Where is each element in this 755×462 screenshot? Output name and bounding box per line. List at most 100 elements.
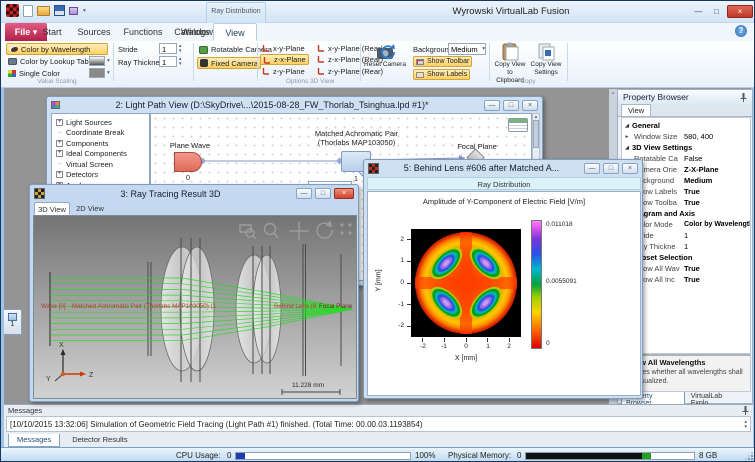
pin-icon[interactable]: [742, 406, 749, 415]
axis-x-label: X: [59, 342, 64, 349]
tab-functions[interactable]: Functions: [117, 23, 169, 41]
section-3d-view-settings[interactable]: ◢3D View Settings: [622, 142, 750, 153]
axis-y-label: Y: [46, 376, 51, 383]
tab-detector-results[interactable]: Detector Results: [64, 434, 135, 447]
reset-camera-button[interactable]: Reset Camera: [363, 42, 407, 69]
close-button[interactable]: ×: [622, 163, 638, 174]
copy-view-settings-button[interactable]: Copy ViewSettings: [529, 42, 563, 77]
y-tick: -1: [392, 301, 404, 308]
minimize-button[interactable]: —: [584, 163, 600, 174]
xy-plane-button[interactable]: x-y-Plane: [260, 43, 307, 53]
section-general[interactable]: ◢General: [622, 120, 750, 131]
expand-icon[interactable]: +: [56, 119, 63, 126]
docked-document-tab[interactable]: 1: [4, 309, 22, 335]
open-folder-icon[interactable]: [37, 6, 50, 16]
help-icon[interactable]: ?: [735, 25, 747, 37]
maximize-button[interactable]: □: [709, 5, 724, 18]
plane-axis-icon: [317, 67, 325, 75]
detector-window-icon: [368, 163, 379, 174]
new-document-icon[interactable]: [23, 5, 33, 17]
tree-item-coordinate-break[interactable]: –Coordinate Break: [52, 128, 149, 139]
tab-3d-view[interactable]: 3D View: [34, 202, 70, 215]
tree-item-light-sources[interactable]: +Light Sources: [52, 117, 149, 128]
ray-thickness-spin-arrows[interactable]: ▲▼: [178, 56, 182, 67]
tab-sources[interactable]: Sources: [71, 23, 117, 41]
message-scroll-arrows[interactable]: ▲▼: [744, 419, 750, 429]
tab-view-active[interactable]: View: [213, 23, 257, 41]
tree-item-components[interactable]: +Components: [52, 138, 149, 149]
tree-item-detectors[interactable]: +Detectors: [52, 170, 149, 181]
group-label-copy: Copy: [493, 78, 563, 85]
tab-windows[interactable]: Windows: [181, 23, 217, 41]
cpu-usage-scale: 100%: [415, 451, 435, 460]
stride-spin-arrows[interactable]: ▲▼: [178, 43, 182, 54]
light-path-window-title: 2: Light Path View (D:\SkyDrive\...\2015…: [63, 100, 481, 110]
contextual-tab-group: Ray Distribution: [206, 2, 266, 23]
qat-dropdown-icon[interactable]: ▾: [83, 8, 86, 14]
minimize-button[interactable]: —: [296, 188, 312, 199]
lookup-gradient-swatch[interactable]: ▾: [89, 56, 105, 66]
close-button[interactable]: ×: [727, 5, 753, 18]
message-list[interactable]: [10/10/2015 13:32:06] Simulation of Geom…: [6, 416, 751, 432]
light-path-editor-icon[interactable]: [69, 7, 78, 15]
tab-view-properties[interactable]: View: [621, 104, 651, 116]
expand-icon[interactable]: +: [56, 150, 63, 157]
collapse-up-icon[interactable]: ⌃: [609, 92, 617, 99]
fixed-camera-button[interactable]: Fixed Camera: [197, 57, 261, 69]
color-by-wavelength-button[interactable]: Color by Wavelength: [6, 43, 108, 55]
save-icon[interactable]: [54, 5, 65, 16]
ray-thickness-stepper[interactable]: 1 ▲▼: [159, 56, 182, 67]
group-label-options-3d: Options 3D View: [260, 78, 360, 85]
single-color-swatch[interactable]: ▾: [89, 68, 105, 78]
colorbar-max: 0.011018: [546, 221, 588, 228]
plane-wave-label: Plane Wave: [159, 141, 221, 150]
tab-start[interactable]: Start: [33, 23, 71, 41]
maximize-button[interactable]: □: [503, 100, 519, 111]
expand-icon[interactable]: +: [56, 140, 63, 147]
stride-stepper[interactable]: 1 ▲▼: [159, 43, 182, 54]
messages-header-label: Messages: [8, 406, 742, 415]
plane-wave-node[interactable]: [174, 152, 202, 172]
zy-plane-button[interactable]: z-y-Plane: [260, 66, 307, 76]
show-toolbar-button[interactable]: Show Toolbar: [413, 56, 472, 67]
field-heatmap[interactable]: [411, 229, 521, 337]
show-labels-button[interactable]: Show Labels: [413, 69, 470, 80]
detector-window-titlebar[interactable]: 5: Behind Lens #606 after Matched A... —…: [364, 160, 642, 176]
close-button[interactable]: ×: [334, 188, 354, 199]
tree-item-virtual-screen[interactable]: –Virtual Screen: [52, 159, 149, 170]
property-browser-header: Property Browser: [618, 90, 752, 104]
x-tick: -1: [436, 343, 452, 350]
minimize-button[interactable]: —: [691, 5, 706, 18]
y-tick: 2: [392, 236, 404, 243]
plane-axis-icon: [262, 44, 270, 52]
minimize-button[interactable]: —: [484, 100, 500, 111]
focal-plane-scene-label: Focal Plane: [319, 303, 353, 310]
ray-tracing-scene: Wave [0] Matched Achromatic Pair (Thorla…: [34, 216, 356, 398]
document-icon: [8, 313, 17, 321]
tree-item-ideal-components[interactable]: +Ideal Components: [52, 149, 149, 160]
tab-messages[interactable]: Messages: [8, 434, 60, 447]
maximize-button[interactable]: □: [603, 163, 619, 174]
detector-table-icon[interactable]: [508, 118, 528, 132]
light-path-window-titlebar[interactable]: 2: Light Path View (D:\SkyDrive\...\2015…: [47, 97, 542, 113]
behind-lens-scene-label: Behind Lens (6: [274, 303, 317, 310]
property-row[interactable]: ▸Window Size580, 400: [622, 131, 750, 142]
background-dropdown[interactable]: Medium▾: [448, 43, 486, 55]
messages-panel: Messages [10/10/2015 13:32:06] Simulatio…: [4, 404, 753, 447]
y-tick: -2: [392, 322, 404, 329]
ray-tracing-titlebar[interactable]: 3: Ray Tracing Result 3D — □ ×: [30, 185, 358, 202]
maximize-button[interactable]: □: [315, 188, 331, 199]
color-by-lookup-table-button[interactable]: Color by Lookup Table: [6, 56, 97, 67]
resize-grip[interactable]: [745, 452, 753, 460]
pin-icon[interactable]: [740, 93, 747, 102]
memory-scale: 8 GB: [699, 451, 717, 460]
zx-plane-button[interactable]: z-x-Plane: [260, 54, 309, 65]
plane-axis-icon: [263, 56, 271, 64]
tab-2d-view[interactable]: 2D View: [72, 202, 108, 215]
colorbar-min: 0: [546, 340, 588, 347]
colorbar-mid: 0.0055091: [546, 278, 588, 285]
expand-icon[interactable]: +: [56, 171, 63, 178]
close-button[interactable]: ×: [522, 100, 538, 111]
viewport-3d[interactable]: Wave [0] Matched Achromatic Pair (Thorla…: [33, 215, 357, 399]
messages-tabs: Messages Detector Results: [8, 434, 136, 447]
